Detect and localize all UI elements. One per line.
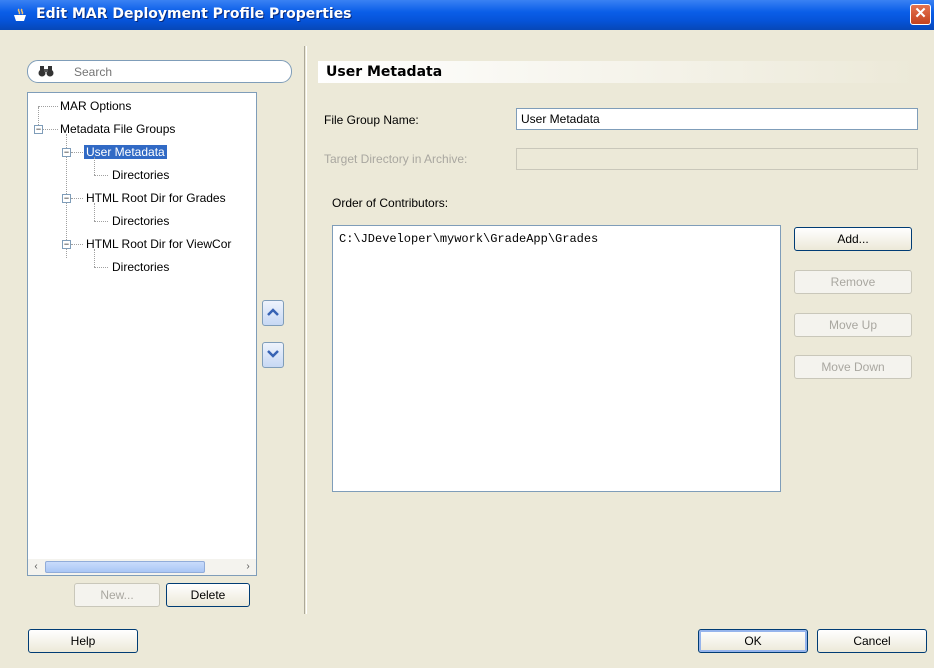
new-button[interactable]: New... xyxy=(74,583,160,607)
collapse-icon[interactable]: − xyxy=(62,194,71,203)
target-directory-label: Target Directory in Archive: xyxy=(324,152,468,166)
cancel-button[interactable]: Cancel xyxy=(817,629,927,653)
file-group-name-field[interactable]: User Metadata xyxy=(516,108,918,130)
tree-item-html-root-viewcor[interactable]: HTML Root Dir for ViewCor xyxy=(86,236,231,252)
tree-item-metadata-file-groups[interactable]: Metadata File Groups xyxy=(60,121,175,137)
delete-button[interactable]: Delete xyxy=(166,583,250,607)
tree-item-html-root-grades[interactable]: HTML Root Dir for Grades xyxy=(86,190,226,206)
move-up-button[interactable]: Move Up xyxy=(794,313,912,337)
tree-item-directories[interactable]: Directories xyxy=(112,167,169,183)
horizontal-scrollbar[interactable]: ‹ › xyxy=(28,559,256,575)
contributors-label: Order of Contributors: xyxy=(332,196,449,210)
tree-item-directories[interactable]: Directories xyxy=(112,259,169,275)
collapse-icon[interactable]: − xyxy=(34,125,43,134)
add-button[interactable]: Add... xyxy=(794,227,912,251)
scroll-right-icon[interactable]: › xyxy=(241,560,255,574)
list-item[interactable]: C:\JDeveloper\mywork\GradeApp\Grades xyxy=(339,232,598,246)
page-title: User Metadata xyxy=(318,61,918,83)
collapse-icon[interactable]: − xyxy=(62,240,71,249)
panel-divider xyxy=(304,46,307,614)
collapse-icon[interactable]: − xyxy=(62,148,71,157)
move-down-button[interactable]: Move Down xyxy=(794,355,912,379)
remove-button[interactable]: Remove xyxy=(794,270,912,294)
ok-button[interactable]: OK xyxy=(698,629,808,653)
search-input[interactable] xyxy=(72,64,276,80)
chevron-up-icon xyxy=(267,306,279,320)
contributors-list[interactable]: C:\JDeveloper\mywork\GradeApp\Grades xyxy=(332,225,781,492)
target-directory-field xyxy=(516,148,918,170)
binoculars-icon xyxy=(38,64,54,81)
profile-tree[interactable]: MAR Options − Metadata File Groups − Use… xyxy=(27,92,257,576)
scroll-left-icon[interactable]: ‹ xyxy=(29,560,43,574)
java-cup-icon xyxy=(12,7,30,23)
search-box[interactable] xyxy=(27,60,292,83)
file-group-name-label: File Group Name: xyxy=(324,113,419,127)
tree-item-mar-options[interactable]: MAR Options xyxy=(60,98,131,114)
scroll-thumb[interactable] xyxy=(45,561,205,573)
move-up-arrow-button[interactable] xyxy=(262,300,284,326)
title-bar: Edit MAR Deployment Profile Properties ✕ xyxy=(0,0,934,30)
help-button[interactable]: Help xyxy=(28,629,138,653)
chevron-down-icon xyxy=(267,348,279,362)
tree-item-user-metadata[interactable]: User Metadata xyxy=(84,144,167,160)
tree-item-directories[interactable]: Directories xyxy=(112,213,169,229)
move-down-arrow-button[interactable] xyxy=(262,342,284,368)
window-title: Edit MAR Deployment Profile Properties xyxy=(36,6,352,22)
close-button[interactable]: ✕ xyxy=(910,4,931,25)
